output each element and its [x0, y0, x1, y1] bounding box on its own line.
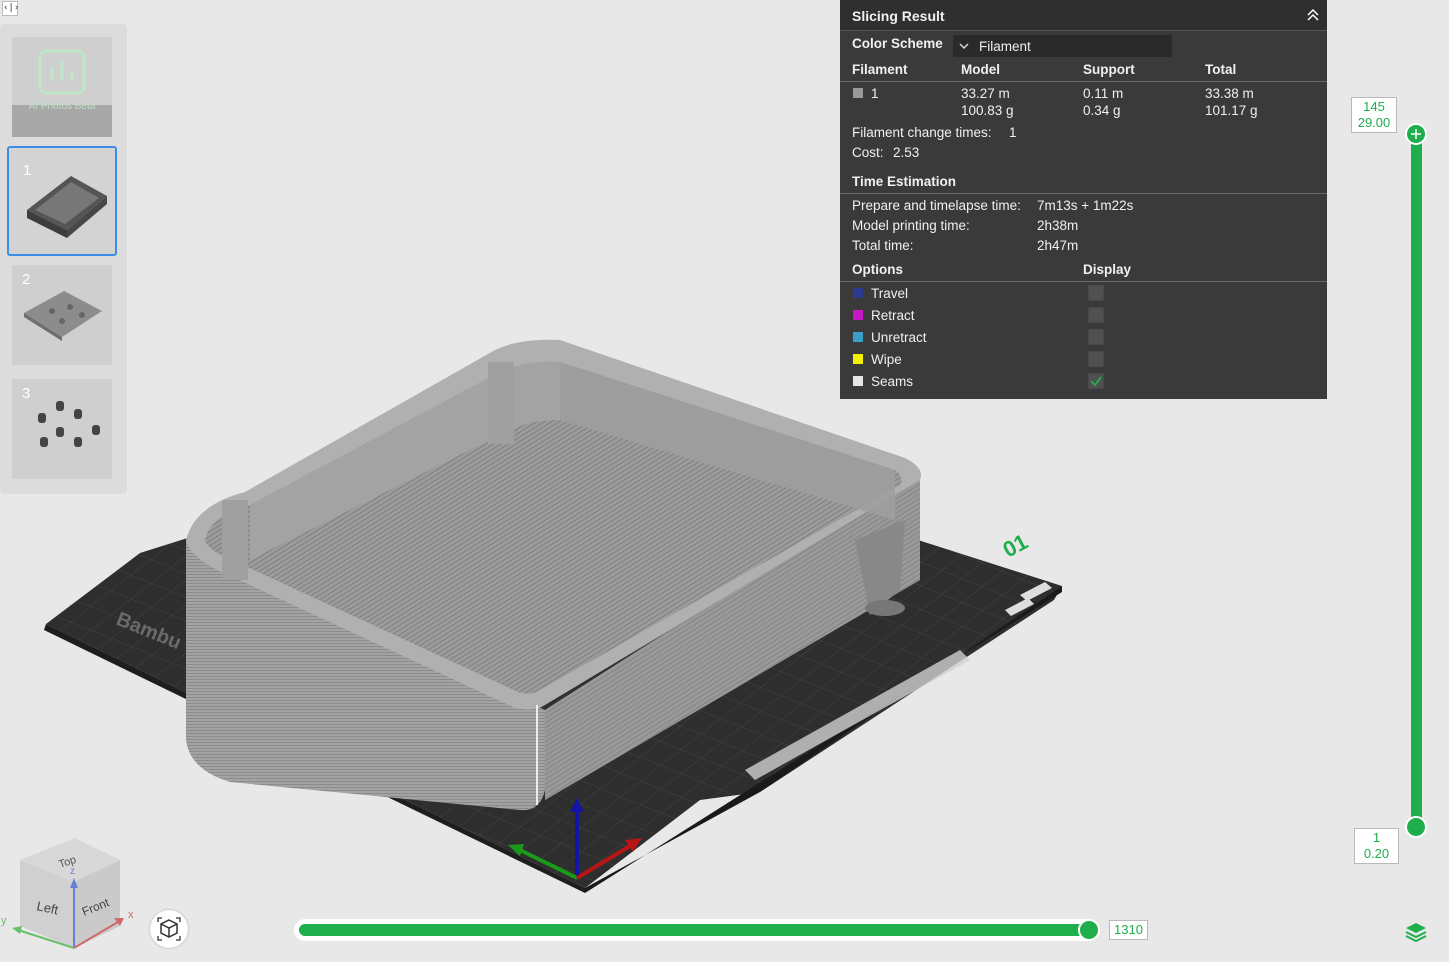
navigation-cube[interactable]: Top Left Front x y z — [0, 830, 140, 962]
layers-icon[interactable] — [1404, 920, 1428, 944]
retract-display-checkbox[interactable] — [1088, 307, 1104, 323]
color-scheme-dropdown[interactable]: Filament — [953, 35, 1172, 57]
checkmark-icon — [1090, 376, 1102, 387]
panel-title: Slicing Result — [852, 8, 945, 24]
seams-display-checkbox[interactable] — [1088, 373, 1104, 389]
plate-number-text: 01 — [999, 529, 1032, 563]
color-scheme-label: Color Scheme — [852, 36, 943, 51]
fit-view-button[interactable] — [150, 910, 188, 948]
top-layer-number: 145 — [1363, 99, 1385, 114]
move-slider-fill — [299, 924, 1089, 936]
panel-header[interactable]: Slicing Result — [840, 0, 1327, 31]
parts-model-thumbnail — [38, 401, 100, 447]
wipe-display-checkbox[interactable] — [1088, 351, 1104, 367]
bottom-layer-height: 0.20 — [1363, 846, 1390, 861]
plate-thumbnail-3[interactable]: 3 — [12, 379, 112, 479]
axis-y-label: y — [1, 915, 7, 927]
bottom-layer-label: 1 0.20 — [1354, 828, 1399, 864]
sidebar-toggle-button[interactable]: ‹|› — [2, 1, 19, 16]
axis-x-label: x — [128, 909, 134, 921]
unretract-display-checkbox[interactable] — [1088, 329, 1104, 345]
chevron-down-icon — [959, 43, 969, 49]
cube-view-icon — [157, 917, 181, 941]
layer-slider-top-thumb[interactable] — [1405, 123, 1427, 145]
layer-slider-bottom-thumb[interactable] — [1405, 816, 1427, 838]
box-model-thumbnail — [27, 176, 107, 238]
plus-icon — [1411, 129, 1421, 139]
collapse-icon[interactable] — [1305, 7, 1321, 23]
layer-range-slider[interactable] — [1411, 134, 1422, 828]
axis-z-label: z — [70, 866, 75, 877]
top-layer-label: 145 29.00 — [1351, 97, 1397, 133]
move-slider-value: 1310 — [1109, 920, 1148, 940]
top-layer-height: 29.00 — [1357, 115, 1391, 130]
slicing-result-panel: Slicing Result Color Scheme — [840, 0, 1327, 399]
plate-thumbnail-0[interactable]: AI Photos Beta — [12, 37, 112, 137]
move-slider-thumb[interactable] — [1078, 919, 1100, 941]
ai-photo-label: AI Photos Beta — [28, 101, 96, 112]
lid-model-thumbnail — [24, 291, 102, 341]
plate-thumbnail-1[interactable]: 1 — [7, 146, 117, 256]
bottom-layer-number: 1 — [1372, 830, 1381, 845]
color-scheme-value: Filament — [979, 39, 1031, 54]
plate-thumbnail-2[interactable]: 2 — [12, 265, 112, 365]
travel-display-checkbox[interactable] — [1088, 285, 1104, 301]
plate-list: AI Photos Beta 1 2 3 — [0, 24, 127, 494]
